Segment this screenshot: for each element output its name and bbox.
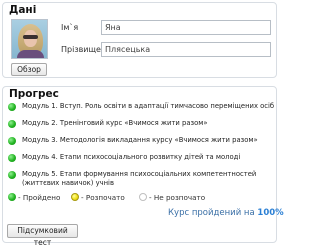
legend-not-started-label: - Не розпочато [149,193,206,202]
module-label: Модуль 3. Методологія викладання курсу «… [22,136,258,144]
first-name-label: Ім`я [61,23,79,32]
not-started-legend-icon [139,193,147,201]
progress-panel: Прогрес Модуль 1. Вступ. Роль освіти в а… [2,86,284,247]
last-name-field[interactable]: Плясецька [101,42,271,57]
course-status: Курс пройдений на 100% [168,208,284,218]
started-legend-icon [71,193,79,201]
avatar-glasses [23,35,38,39]
browse-button[interactable]: Обзор [11,63,47,76]
first-name-field[interactable]: Яна [101,20,271,35]
course-status-label: Курс пройдений на [168,208,255,218]
completed-status-icon [8,171,16,179]
avatar [11,19,48,59]
avatar-body [17,50,44,58]
module-label: Модуль 4. Етапи психосоціального розвитк… [22,153,241,161]
course-percent: 100% [257,208,284,218]
module-label: Модуль 2. Тренінговий курс «Вчимося жити… [22,119,208,127]
completed-status-icon [8,120,16,128]
completed-status-icon [8,154,16,162]
legend-completed-label: - Пройдено [18,193,61,202]
data-panel: Дані Обзор Ім`я Яна Прізвище Плясецька [2,2,277,78]
module-label: Модуль 1. Вступ. Роль освіти в адаптації… [22,102,275,110]
last-name-label: Прізвище [61,45,101,54]
legend-started-label: - Розпочато [81,193,125,202]
completed-legend-icon [8,193,16,201]
data-title: Дані [9,4,37,16]
summary-test-button[interactable]: Підсумковий тест [7,224,78,247]
module-label: Модуль 5. Етапи формування психосоціальн… [22,170,257,187]
progress-title: Прогрес [9,88,59,100]
completed-status-icon [8,137,16,145]
completed-status-icon [8,103,16,111]
